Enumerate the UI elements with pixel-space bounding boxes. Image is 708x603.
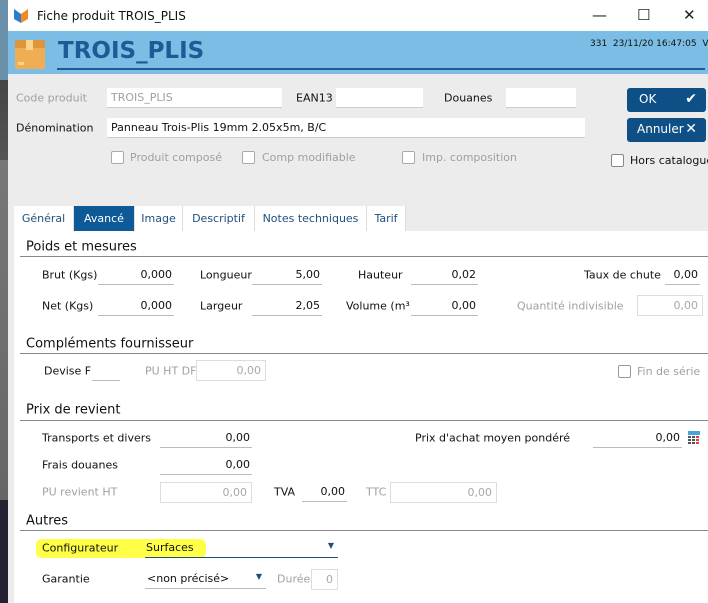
taux-chute-input[interactable]: 0,00	[665, 265, 700, 285]
section-fournisseur: Compléments fournisseur	[26, 336, 194, 352]
section-autres: Autres	[26, 513, 69, 529]
app-icon	[14, 9, 28, 23]
configurateur-label: Configurateur	[42, 541, 119, 555]
quantite-indivisible-input: 0,00	[637, 295, 703, 316]
volume-input[interactable]: 0,00	[411, 296, 478, 316]
header-underline	[57, 68, 705, 70]
section-prix-revient: Prix de revient	[26, 402, 121, 418]
calculator-icon[interactable]	[688, 431, 700, 444]
denomination-label: Dénomination	[16, 121, 94, 135]
tab-tarif[interactable]: Tarif	[367, 206, 406, 231]
tab-general[interactable]: Général	[14, 206, 74, 231]
tab-avance[interactable]: Avancé	[74, 206, 135, 231]
divider	[20, 353, 708, 354]
configurateur-value: Surfaces	[146, 541, 194, 554]
code-label: Code produit	[16, 91, 87, 105]
transports-input[interactable]: 0,00	[160, 428, 252, 448]
douanes-label: Douanes	[444, 91, 493, 105]
comp-modifiable-label: Comp modifiable	[262, 151, 356, 164]
ttc-label: TTC	[366, 485, 387, 499]
douanes-input[interactable]	[506, 88, 576, 108]
code-input[interactable]: TROIS_PLIS	[107, 88, 282, 108]
tab-notes-techniques[interactable]: Notes techniques	[255, 206, 367, 231]
product-title: TROIS_PLIS	[58, 38, 205, 64]
fin-serie-label: Fin de série	[637, 365, 701, 378]
quantite-indivisible-label: Quantité indivisible	[517, 299, 624, 313]
close-button[interactable]: ✕	[683, 6, 696, 24]
tab-image[interactable]: Image	[135, 206, 183, 231]
transports-label: Transports et divers	[42, 431, 151, 445]
largeur-label: Largeur	[200, 299, 243, 313]
ok-button[interactable]: OK ✔	[627, 88, 706, 112]
divider	[20, 256, 708, 257]
taux-chute-label: Taux de chute	[584, 268, 661, 282]
devise-input[interactable]	[92, 361, 120, 381]
cancel-label: Annuler	[637, 122, 684, 136]
section-poids: Poids et mesures	[26, 239, 137, 255]
tva-input[interactable]: 0,00	[302, 482, 347, 502]
pu-revient-label: PU revient HT	[42, 485, 118, 499]
tab-descriptif[interactable]: Descriptif	[183, 206, 255, 231]
hauteur-input[interactable]: 0,02	[411, 265, 478, 285]
close-x-icon: ✕	[685, 121, 697, 137]
imp-composition-label: Imp. composition	[422, 151, 517, 164]
frais-douanes-label: Frais douanes	[42, 458, 118, 472]
chevron-down-icon: ▼	[255, 572, 262, 581]
ok-label: OK	[639, 92, 657, 106]
check-icon: ✔	[685, 91, 697, 107]
hors-catalogue-checkbox[interactable]	[611, 154, 624, 167]
configurateur-select[interactable]: Surfaces ▼	[145, 538, 338, 558]
hors-catalogue-label: Hors catalogue	[630, 154, 708, 167]
imp-composition-checkbox[interactable]	[402, 151, 415, 164]
devise-label: Devise F	[44, 364, 92, 378]
longueur-label: Longueur	[200, 268, 252, 282]
pu-revient-input: 0,00	[160, 482, 252, 503]
pu-ht-df-input: 0,00	[196, 360, 266, 381]
net-label: Net (Kgs)	[42, 299, 94, 313]
tva-label: TVA	[274, 485, 296, 499]
produit-compose-label: Produit composé	[130, 151, 222, 164]
brut-label: Brut (Kgs)	[42, 268, 98, 282]
ean-label: EAN13	[296, 91, 333, 105]
ean-input[interactable]	[336, 88, 423, 108]
pu-ht-df-label: PU HT DF	[145, 364, 197, 378]
cancel-button[interactable]: Annuler ✕	[627, 118, 706, 142]
pamp-input[interactable]: 0,00	[593, 428, 682, 448]
largeur-input[interactable]: 2,05	[252, 296, 322, 316]
garantie-select[interactable]: <non précisé> ▼	[145, 569, 266, 589]
fin-serie-checkbox[interactable]	[618, 365, 631, 378]
garantie-value: <non précisé>	[147, 572, 230, 585]
denomination-input[interactable]: Panneau Trois-Plis 19mm 2.05x5m, B/C	[107, 118, 585, 138]
ttc-input: 0,00	[390, 482, 497, 503]
window-title: Fiche produit TROIS_PLIS	[37, 9, 186, 23]
net-input[interactable]: 0,000	[98, 296, 174, 316]
frais-douanes-input[interactable]: 0,00	[160, 455, 252, 475]
garantie-label: Garantie	[42, 572, 90, 586]
produit-compose-checkbox[interactable]	[111, 151, 124, 164]
background-window	[0, 0, 8, 603]
brut-input[interactable]: 0,000	[98, 265, 174, 285]
minimize-button[interactable]: —	[592, 6, 607, 24]
pamp-label: Prix d'achat moyen pondéré	[415, 431, 571, 445]
longueur-input[interactable]: 5,00	[252, 265, 322, 285]
hauteur-label: Hauteur	[358, 268, 403, 282]
duree-label: Durée	[277, 572, 311, 586]
chevron-down-icon: ▼	[327, 541, 334, 550]
product-box-icon	[14, 38, 46, 70]
divider	[20, 420, 708, 421]
duree-input[interactable]: 0	[311, 569, 338, 590]
comp-modifiable-checkbox[interactable]	[242, 151, 255, 164]
divider	[20, 530, 708, 531]
maximize-button[interactable]: ☐	[637, 6, 650, 24]
header-meta: 331 23/11/20 16:47:05 VW	[590, 39, 708, 49]
volume-label: Volume (m³)	[346, 299, 415, 313]
